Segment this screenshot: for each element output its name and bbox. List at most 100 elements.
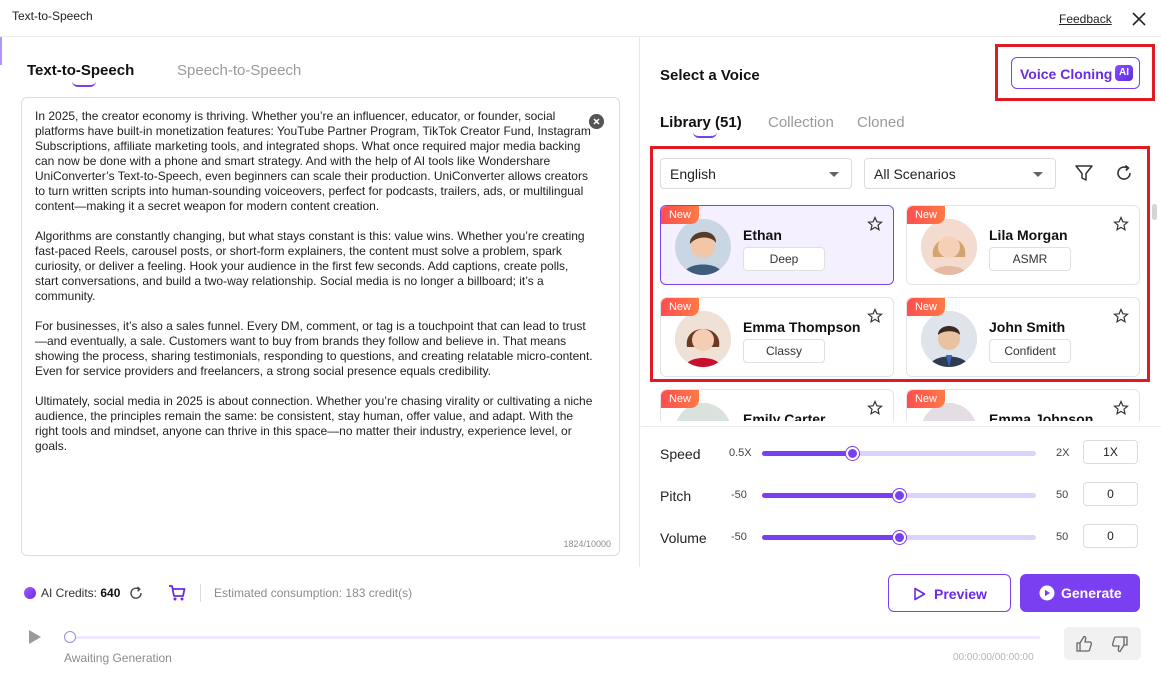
- script-paragraph: Algorithms are constantly changing, but …: [35, 229, 585, 303]
- new-badge: New: [907, 390, 945, 408]
- generate-button[interactable]: Generate: [1020, 574, 1140, 612]
- voice-panel: Select a Voice Voice Cloning AI Library …: [641, 37, 1161, 567]
- new-badge: New: [661, 390, 699, 408]
- new-badge: New: [907, 206, 945, 224]
- playback-timer: 00:00:00/00:00:00: [953, 652, 1034, 663]
- pitch-slider-handle[interactable]: [893, 489, 906, 502]
- star-icon[interactable]: [1113, 216, 1129, 232]
- title-bar: Text-to-Speech Feedback: [0, 0, 1161, 37]
- select-voice-title: Select a Voice: [660, 67, 760, 84]
- voice-cloning-button[interactable]: Voice Cloning AI: [1011, 57, 1140, 89]
- tab-speech-to-speech[interactable]: Speech-to-Speech: [177, 62, 301, 79]
- play-outline-icon: [914, 587, 926, 601]
- speed-max: 2X: [1056, 447, 1070, 459]
- pitch-min: -50: [731, 489, 747, 501]
- voice-tag: ASMR: [989, 247, 1071, 271]
- voice-card-ethan[interactable]: New Ethan Deep: [660, 205, 894, 285]
- character-counter: 1824/10000: [563, 539, 611, 549]
- pitch-max: 50: [1056, 489, 1069, 501]
- feedback-rating: [1064, 627, 1141, 660]
- voice-card-emily-carter[interactable]: New Emily Carter: [660, 389, 894, 421]
- text-panel: Text-to-Speech Speech-to-Speech In 2025,…: [0, 37, 640, 567]
- tab-library[interactable]: Library (51): [660, 114, 742, 131]
- speed-label: Speed: [660, 446, 701, 462]
- tab-text-to-speech[interactable]: Text-to-Speech: [27, 62, 134, 79]
- divider: [641, 426, 1161, 427]
- close-icon[interactable]: [1130, 10, 1148, 28]
- script-text[interactable]: In 2025, the creator economy is thriving…: [35, 109, 595, 469]
- estimated-consumption: Estimated consumption: 183 credit(s): [214, 586, 413, 600]
- star-icon[interactable]: [1113, 308, 1129, 324]
- voice-card-emma-thompson[interactable]: New Emma Thompson Classy: [660, 297, 894, 377]
- voice-card-emma-johnson[interactable]: New Emma Johnson: [906, 389, 1140, 421]
- window-title: Text-to-Speech: [12, 9, 93, 23]
- volume-label: Volume: [660, 530, 707, 546]
- speed-slider-fill: [762, 451, 853, 456]
- speed-value-input[interactable]: 1X: [1083, 440, 1138, 464]
- voice-list-scrollbar[interactable]: [1152, 204, 1157, 220]
- generate-icon: [1039, 585, 1055, 601]
- volume-slider[interactable]: [762, 531, 1036, 544]
- voice-tag: Confident: [989, 339, 1071, 363]
- generation-status: Awaiting Generation: [64, 651, 172, 665]
- clear-text-icon[interactable]: [589, 114, 604, 129]
- voice-name: Emily Carter: [743, 411, 826, 421]
- playback-progress-track[interactable]: [70, 636, 1040, 639]
- preview-label: Preview: [934, 586, 987, 602]
- cart-icon[interactable]: [168, 584, 186, 602]
- avatar: [921, 311, 977, 367]
- pitch-value-input[interactable]: 0: [1083, 482, 1138, 506]
- playback-progress-handle[interactable]: [64, 631, 76, 643]
- chevron-down-icon: [1033, 172, 1043, 177]
- active-tab-indicator: [72, 81, 96, 87]
- voice-name: Ethan: [743, 227, 782, 243]
- tab-cloned[interactable]: Cloned: [857, 114, 905, 131]
- star-icon[interactable]: [867, 216, 883, 232]
- volume-slider-handle[interactable]: [893, 531, 906, 544]
- star-icon[interactable]: [1113, 400, 1129, 416]
- language-value: English: [670, 166, 716, 182]
- script-paragraph: In 2025, the creator economy is thriving…: [35, 109, 591, 213]
- feedback-link[interactable]: Feedback: [1059, 12, 1112, 26]
- ai-credits: AI Credits: 640: [41, 586, 120, 600]
- play-icon[interactable]: [27, 629, 43, 645]
- volume-min: -50: [731, 531, 747, 543]
- star-icon[interactable]: [867, 400, 883, 416]
- script-editor[interactable]: In 2025, the creator economy is thriving…: [21, 97, 620, 556]
- credits-label: AI Credits:: [41, 586, 98, 600]
- active-subtab-indicator: [693, 132, 717, 138]
- volume-slider-fill: [762, 535, 899, 540]
- ai-badge: AI: [1115, 65, 1133, 81]
- scenario-value: All Scenarios: [874, 166, 956, 182]
- voice-card-john-smith[interactable]: New John Smith Confident: [906, 297, 1140, 377]
- refresh-credits-icon[interactable]: [128, 585, 144, 601]
- voice-name: Emma Johnson: [989, 411, 1094, 421]
- generate-label: Generate: [1061, 585, 1122, 601]
- voice-name: Lila Morgan: [989, 227, 1068, 243]
- pitch-slider[interactable]: [762, 489, 1036, 502]
- speed-slider-handle[interactable]: [846, 447, 860, 460]
- script-paragraph: For businesses, it’s also a sales funnel…: [35, 319, 593, 378]
- avatar: [675, 311, 731, 367]
- filter-icon[interactable]: [1074, 163, 1094, 183]
- thumbs-down-icon[interactable]: [1110, 634, 1130, 654]
- new-badge: New: [907, 298, 945, 316]
- voice-list: New Ethan Deep New Lila Morgan ASMR New …: [660, 205, 1140, 421]
- refresh-icon[interactable]: [1114, 163, 1134, 183]
- scenario-dropdown[interactable]: All Scenarios: [864, 158, 1056, 189]
- new-badge: New: [661, 206, 699, 224]
- star-icon[interactable]: [867, 308, 883, 324]
- speed-min: 0.5X: [729, 447, 752, 459]
- preview-button[interactable]: Preview: [888, 574, 1011, 612]
- volume-value-input[interactable]: 0: [1083, 524, 1138, 548]
- voice-card-lila-morgan[interactable]: New Lila Morgan ASMR: [906, 205, 1140, 285]
- language-dropdown[interactable]: English: [660, 158, 852, 189]
- volume-max: 50: [1056, 531, 1069, 543]
- voice-tag: Classy: [743, 339, 825, 363]
- voice-name: Emma Thompson: [743, 319, 861, 335]
- new-badge: New: [661, 298, 699, 316]
- credits-icon: [24, 587, 36, 599]
- tab-collection[interactable]: Collection: [768, 114, 834, 131]
- speed-slider[interactable]: [762, 447, 1036, 460]
- thumbs-up-icon[interactable]: [1074, 634, 1094, 654]
